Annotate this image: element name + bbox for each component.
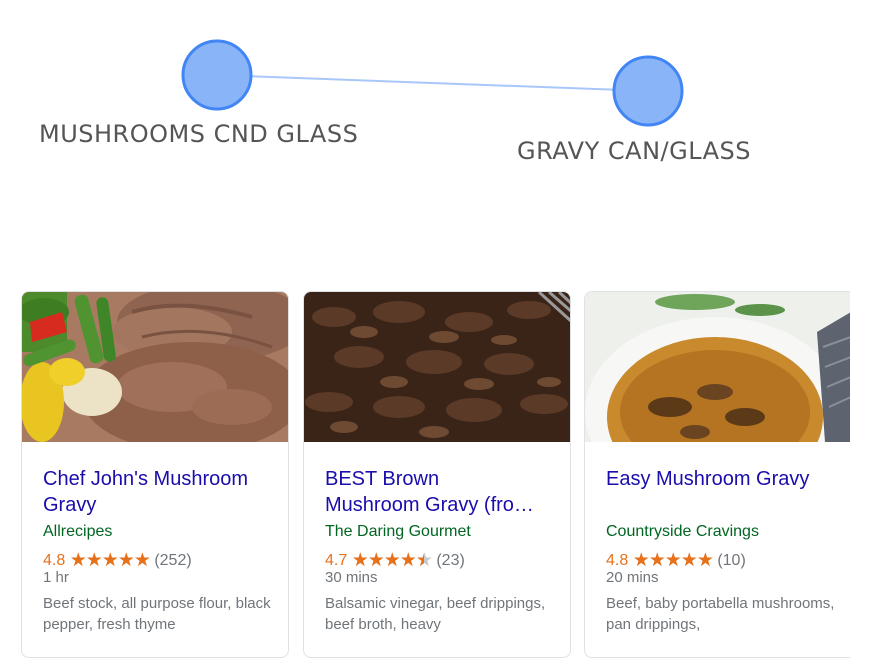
recipe-ingredients: Beef, baby portabella mushrooms, pan dri… xyxy=(606,595,835,633)
recipe-card-body: Easy Mushroom Gravy Countryside Cravings… xyxy=(606,466,836,635)
recipe-card-body: BEST Brown Mushroom Gravy (fro… The Dari… xyxy=(325,466,556,635)
recipe-title-line[interactable]: Gravy xyxy=(43,492,274,518)
recipe-carousel: Chef John's Mushroom Gravy Allrecipes 4.… xyxy=(0,0,881,665)
review-count: (23) xyxy=(436,552,465,569)
recipe-card[interactable]: BEST Brown Mushroom Gravy (fro… The Dari… xyxy=(303,291,571,658)
recipe-source: Countryside Cravings xyxy=(606,523,759,540)
star-rating-icon: ★★★★★ xyxy=(69,550,151,571)
cook-time: 20 mins xyxy=(606,569,659,586)
recipe-rating: 4.7 ★★★★★ (23) xyxy=(325,549,556,572)
cook-time: 30 mins xyxy=(325,569,378,586)
rating-value: 4.8 xyxy=(43,552,66,569)
review-count: (10) xyxy=(717,552,746,569)
recipe-title[interactable]: Easy Mushroom Gravy xyxy=(606,466,836,518)
cook-time: 1 hr xyxy=(43,569,69,586)
recipe-thumbnail[interactable] xyxy=(304,292,570,442)
recipe-title-line[interactable]: Mushroom Gravy (fro… xyxy=(325,492,556,518)
recipe-source: The Daring Gourmet xyxy=(325,523,471,540)
recipe-thumbnail[interactable] xyxy=(22,292,288,442)
recipe-title-line[interactable]: Chef John's Mushroom xyxy=(43,466,274,492)
recipe-title[interactable]: BEST Brown Mushroom Gravy (fro… xyxy=(325,466,556,518)
rating-value: 4.8 xyxy=(606,552,629,569)
recipe-card[interactable]: Chef John's Mushroom Gravy Allrecipes 4.… xyxy=(21,291,289,658)
recipe-ingredients: Beef stock, all purpose flour, black pep… xyxy=(43,595,271,633)
recipe-source: Allrecipes xyxy=(43,523,113,540)
review-count: (252) xyxy=(154,552,192,569)
recipe-title-line[interactable]: Easy Mushroom Gravy xyxy=(606,466,836,492)
recipe-rating: 4.8 ★★★★★ (252) xyxy=(43,549,274,571)
recipe-rating: 4.8 ★★★★★ (10) xyxy=(606,549,836,571)
recipe-title-line[interactable]: BEST Brown xyxy=(325,466,556,492)
rating-value: 4.7 xyxy=(325,552,348,569)
recipe-card[interactable]: Easy Mushroom Gravy Countryside Cravings… xyxy=(584,291,850,658)
recipe-thumbnail[interactable] xyxy=(585,292,850,442)
recipe-title[interactable]: Chef John's Mushroom Gravy xyxy=(43,466,274,518)
recipe-card-body: Chef John's Mushroom Gravy Allrecipes 4.… xyxy=(43,466,274,635)
recipe-ingredients: Balsamic vinegar, beef drippings, beef b… xyxy=(325,595,546,633)
